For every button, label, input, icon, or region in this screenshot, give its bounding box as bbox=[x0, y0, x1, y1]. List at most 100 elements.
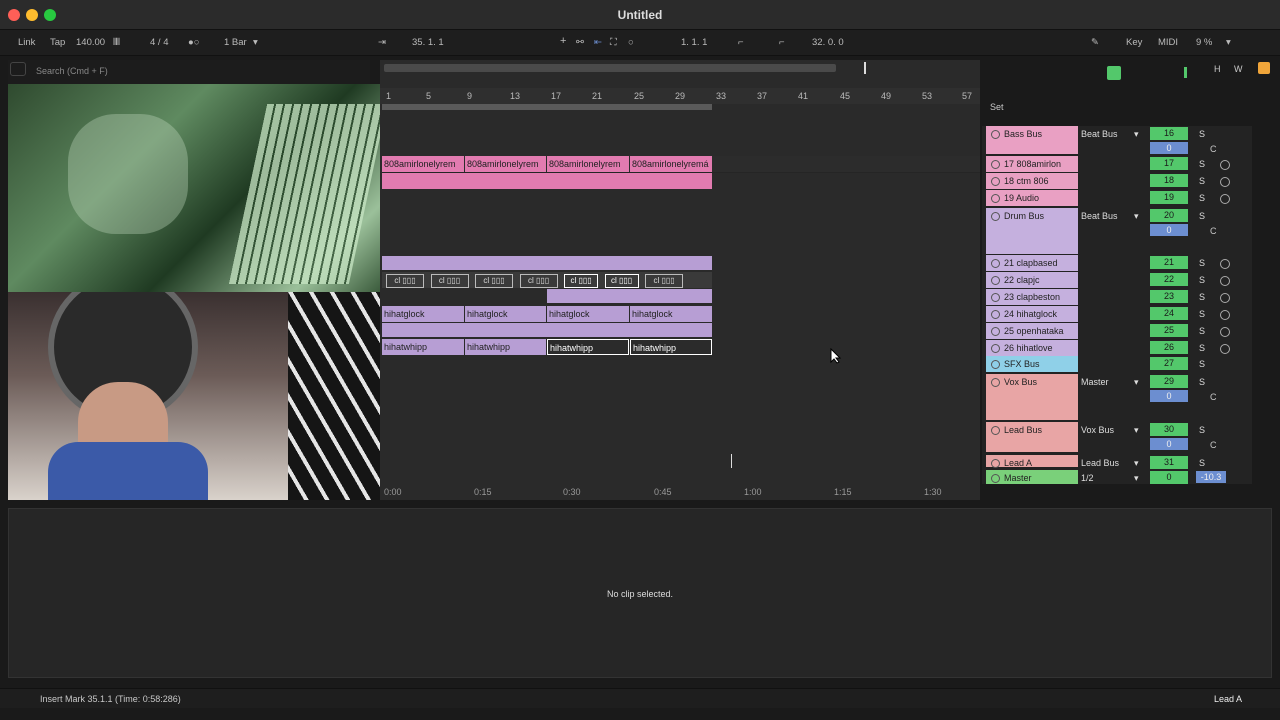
midi-clip[interactable] bbox=[382, 256, 712, 270]
midi-clip[interactable] bbox=[547, 289, 712, 303]
clap-clip[interactable]: cl ▯▯▯ bbox=[519, 274, 558, 288]
track-activator-button[interactable]: 20 bbox=[1150, 209, 1188, 222]
midi-clip[interactable]: hihatglock bbox=[465, 306, 546, 322]
track-fold-icon[interactable] bbox=[991, 212, 1000, 221]
track-activator-button[interactable]: 18 bbox=[1150, 174, 1188, 187]
solo-button[interactable]: S bbox=[1199, 211, 1205, 221]
track-fold-icon[interactable] bbox=[991, 344, 1000, 353]
solo-button[interactable]: S bbox=[1199, 129, 1205, 139]
track-fold-icon[interactable] bbox=[991, 327, 1000, 336]
chevron-down-icon[interactable]: ▾ bbox=[1134, 377, 1139, 388]
audio-clip[interactable]: 808amirlonelyrem bbox=[382, 156, 464, 172]
crossfade-button[interactable]: C bbox=[1210, 392, 1217, 402]
time-signature-field[interactable]: 4 / 4 bbox=[150, 37, 169, 48]
clap-clip[interactable]: cl ▯▯▯ bbox=[604, 274, 639, 288]
clap-clip-lane[interactable]: cl ▯▯▯ cl ▯▯▯ cl ▯▯▯ cl ▯▯▯ cl ▯▯▯ cl ▯▯… bbox=[382, 272, 712, 288]
volume-field[interactable]: 0 bbox=[1150, 390, 1188, 402]
record-arm-icon[interactable] bbox=[1220, 259, 1230, 269]
link-button[interactable]: Link bbox=[18, 37, 35, 48]
overdub-icon[interactable]: + bbox=[560, 35, 566, 47]
back-to-arrangement-icon[interactable]: ⇤ bbox=[594, 37, 602, 48]
track-fold-icon[interactable] bbox=[991, 130, 1000, 139]
solo-button[interactable]: S bbox=[1199, 193, 1205, 203]
clap-clip[interactable]: cl ▯▯▯ bbox=[645, 274, 684, 288]
chevron-down-icon[interactable]: ▾ bbox=[1134, 425, 1139, 436]
clap-clip[interactable]: cl ▯▯▯ bbox=[564, 274, 599, 288]
arrangement-overview[interactable] bbox=[384, 64, 836, 72]
midi-clip[interactable]: hihatwhipp bbox=[382, 339, 464, 355]
output-routing-select[interactable]: Vox Bus bbox=[1081, 425, 1114, 435]
record-arm-icon[interactable] bbox=[1220, 160, 1230, 170]
track-activator-button[interactable]: 30 bbox=[1150, 423, 1188, 436]
midi-clip-selected[interactable]: hihatwhipp bbox=[547, 339, 629, 355]
volume-field[interactable]: 0 bbox=[1150, 438, 1188, 450]
automation-arm-icon[interactable]: ⚯ bbox=[576, 37, 584, 48]
menu-icon[interactable] bbox=[1258, 62, 1270, 74]
track-activator-button[interactable]: 23 bbox=[1150, 290, 1188, 303]
punch-in-icon[interactable]: ⌐ bbox=[738, 37, 744, 48]
track-activator-button[interactable]: 21 bbox=[1150, 256, 1188, 269]
keyboard-icon[interactable] bbox=[1107, 66, 1121, 80]
output-routing-select[interactable]: Lead Bus bbox=[1081, 458, 1119, 468]
solo-button[interactable]: S bbox=[1199, 377, 1205, 387]
track-activator-button[interactable]: 25 bbox=[1150, 324, 1188, 337]
browser-search-input[interactable]: Search (Cmd + F) bbox=[36, 66, 108, 76]
chevron-down-icon[interactable]: ▾ bbox=[253, 37, 258, 48]
volume-field[interactable]: 0 bbox=[1150, 142, 1188, 154]
track-activator-button[interactable]: 17 bbox=[1150, 157, 1188, 170]
solo-button[interactable]: S bbox=[1199, 425, 1205, 435]
solo-button[interactable]: S bbox=[1199, 159, 1205, 169]
solo-button[interactable]: S bbox=[1199, 176, 1205, 186]
track-fold-icon[interactable] bbox=[991, 426, 1000, 435]
record-arm-icon[interactable] bbox=[1220, 327, 1230, 337]
loop-length-field[interactable]: 32. 0. 0 bbox=[812, 37, 844, 48]
crossfade-button[interactable]: C bbox=[1210, 144, 1217, 154]
solo-button[interactable]: S bbox=[1199, 359, 1205, 369]
track-fold-icon[interactable] bbox=[991, 194, 1000, 203]
midi-clip[interactable]: hihatglock bbox=[630, 306, 712, 322]
record-arm-icon[interactable] bbox=[1220, 177, 1230, 187]
track-activator-button[interactable]: 0 bbox=[1150, 471, 1188, 484]
solo-button[interactable]: S bbox=[1199, 458, 1205, 468]
tap-button[interactable]: Tap bbox=[50, 37, 65, 48]
track-activator-button[interactable]: 19 bbox=[1150, 191, 1188, 204]
track-fold-icon[interactable] bbox=[991, 378, 1000, 387]
record-arm-icon[interactable] bbox=[1220, 194, 1230, 204]
crossfade-button[interactable]: C bbox=[1210, 440, 1217, 450]
chevron-down-icon[interactable]: ▾ bbox=[1134, 458, 1139, 469]
track-fold-icon[interactable] bbox=[991, 276, 1000, 285]
metronome-icon[interactable]: ●○ bbox=[188, 37, 199, 48]
clap-clip[interactable]: cl ▯▯▯ bbox=[475, 274, 514, 288]
audio-clip[interactable]: 808amirlonelyremá bbox=[630, 156, 712, 172]
output-routing-select[interactable]: Beat Bus bbox=[1081, 129, 1118, 139]
track-activator-button[interactable]: 31 bbox=[1150, 456, 1188, 469]
mixer-track-title[interactable]: Bass Bus bbox=[986, 126, 1078, 154]
key-map-button[interactable]: Key bbox=[1126, 37, 1142, 48]
draw-mode-icon[interactable]: ✎ bbox=[1091, 37, 1099, 48]
track-fold-icon[interactable] bbox=[991, 360, 1000, 369]
volume-field[interactable]: -10.3 bbox=[1196, 471, 1226, 483]
loop-start-field[interactable]: 1. 1. 1 bbox=[681, 37, 707, 48]
volume-field[interactable]: 0 bbox=[1150, 224, 1188, 236]
session-record-icon[interactable]: ○ bbox=[628, 37, 634, 48]
record-arm-icon[interactable] bbox=[1220, 310, 1230, 320]
punch-out-icon[interactable]: ⌐ bbox=[779, 37, 785, 48]
track-fold-icon[interactable] bbox=[991, 474, 1000, 483]
chevron-down-icon[interactable]: ▾ bbox=[1134, 473, 1139, 484]
midi-clip[interactable]: hihatwhipp bbox=[465, 339, 546, 355]
track-fold-icon[interactable] bbox=[991, 293, 1000, 302]
solo-button[interactable]: S bbox=[1199, 258, 1205, 268]
follow-icon[interactable]: ⇥ bbox=[378, 37, 386, 48]
track-activator-button[interactable]: 27 bbox=[1150, 357, 1188, 370]
track-fold-icon[interactable] bbox=[991, 160, 1000, 169]
quantize-select[interactable]: 1 Bar bbox=[224, 37, 247, 48]
audio-clip[interactable]: 808amirlonelyrem bbox=[547, 156, 629, 172]
audio-clip[interactable]: 808amirlonelyrem bbox=[465, 156, 546, 172]
track-activator-button[interactable]: 22 bbox=[1150, 273, 1188, 286]
track-fold-icon[interactable] bbox=[991, 310, 1000, 319]
record-arm-icon[interactable] bbox=[1220, 276, 1230, 286]
track-activator-button[interactable]: 26 bbox=[1150, 341, 1188, 354]
tempo-field[interactable]: 140.00 bbox=[76, 37, 105, 48]
mixer-track-title[interactable]: Lead A bbox=[986, 455, 1078, 467]
track-activator-button[interactable]: 24 bbox=[1150, 307, 1188, 320]
